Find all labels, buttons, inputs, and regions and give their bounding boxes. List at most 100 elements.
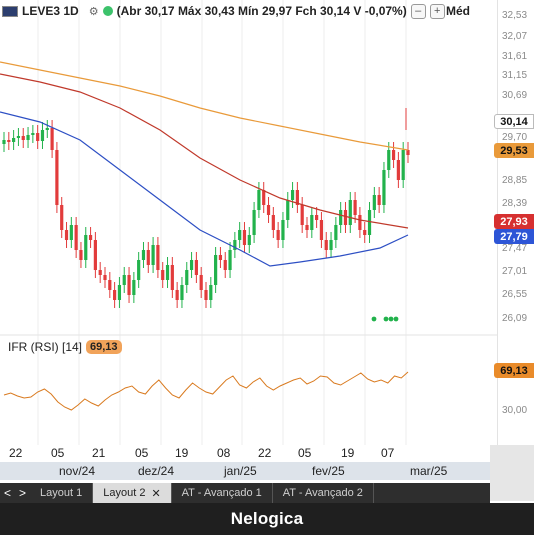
x-axis-days: 22 05 21 05 19 08 22 05 19 07 [0,445,490,462]
tab-at-avancado-2[interactable]: AT - Avançado 2 [273,483,374,503]
add-study-button[interactable]: + [429,3,445,19]
signal-dot [388,316,394,322]
moving-average-blue [0,111,409,267]
candle-body [2,140,6,144]
price-chart[interactable] [0,0,534,480]
candle-body [218,255,223,260]
x-axis-month-tick: dez/24 [138,464,175,478]
candle-body [343,210,348,225]
chart-header: LEVE3 1D ⚙ (Abr 30,17 Máx 30,43 Mín 29,9… [0,0,470,22]
candle-body [257,190,261,210]
price-axis-tick: 27,47 [502,243,528,254]
live-status-icon [102,6,113,16]
candle-body [170,265,174,290]
price-axis-tick: 26,55 [502,289,528,300]
x-axis-day-tick: 22 [258,446,272,460]
candle-body [223,260,227,270]
candle-body [156,245,160,270]
candle-body [26,135,30,140]
candle-body [214,255,218,285]
candle-body [324,240,328,250]
candle-body [60,205,64,230]
candle-body [401,150,405,180]
x-axis-day-tick: 22 [9,446,23,460]
candle-body [40,130,45,141]
candle-body [88,235,93,240]
candle-body [74,225,78,250]
price-axis-tick: 30,69 [502,90,528,101]
x-axis-day-tick: 21 [92,446,106,460]
candle-body [262,190,266,205]
candle-body [137,260,141,280]
candle-body [21,136,25,140]
price-axis-tick: 27,01 [502,266,528,277]
x-axis-day-tick: 19 [341,446,355,460]
candle-body [228,250,232,270]
candle-body [132,280,136,295]
settings-gear-icon[interactable]: ⚙ [89,5,99,18]
candle-body [165,265,170,280]
candle-body [84,235,88,260]
candle-body [406,150,410,155]
candle-body [372,195,376,210]
candle-body [204,290,208,300]
ticker-label[interactable]: LEVE3 1D [22,4,79,18]
candle-body [358,215,362,230]
price-mode-label[interactable]: Méd [446,4,470,18]
tab-layout-2[interactable]: Layout 2 ✕ [93,483,172,503]
x-axis-month-tick: mar/25 [410,464,448,478]
tab-layout-1[interactable]: Layout 1 [30,483,94,503]
candle-body [194,260,198,275]
minimize-button[interactable]: – [410,3,426,19]
candle-body [185,270,189,285]
candle-body [151,245,155,265]
candle-body [319,220,324,240]
x-axis-months: nov/24 dez/24 jan/25 fev/25 mar/25 [0,462,490,480]
close-tab-icon[interactable]: ✕ [151,487,160,500]
price-axis-tick: 28,39 [502,198,528,209]
ma-red-tag: 27,93 [494,214,534,229]
candle-body [113,290,117,300]
rsi-panel-title: IFR (RSI) [14] 69,13 [8,340,122,354]
candle-body [50,128,54,150]
x-axis-day-tick: 07 [381,446,395,460]
candle-body [209,285,213,300]
signal-dot [371,316,377,322]
candle-body [396,160,400,180]
candle-body [117,285,122,300]
layout-tabs: < > Layout 1 Layout 2 ✕ AT - Avançado 1 A… [0,483,490,503]
tabs-prev-icon[interactable]: < [0,486,15,500]
x-axis-day-tick: 05 [298,446,312,460]
candle-body [175,290,179,300]
ma-blue-tag: 27,79 [494,229,534,244]
candle-body [31,133,35,135]
x-axis-month-tick: jan/25 [224,464,257,478]
moving-average-red [0,73,409,229]
candle-body [199,275,203,290]
candle-body [363,230,367,235]
candle-body [189,260,194,270]
rsi-value-tag: 69,13 [494,363,534,378]
candle-body [348,200,352,225]
candle-body [252,210,256,235]
candle-body [353,200,357,215]
candle-body [334,225,338,240]
candle-body [122,275,126,285]
candle-body [98,270,102,275]
candle-body [12,138,16,142]
candle-body [64,230,69,240]
tabs-next-icon[interactable]: > [15,486,30,500]
candle-body [108,280,112,290]
candle-body [286,200,290,220]
candle-body [315,215,319,220]
candle-body [329,240,333,250]
candle-body [305,225,309,230]
tab-at-avancado-1[interactable]: AT - Avançado 1 [172,483,273,503]
price-axis-tick: 31,15 [502,70,528,81]
candle-body [247,235,251,245]
signal-dot [383,316,389,322]
candle-body [281,220,285,240]
moving-average-orange [0,61,409,151]
x-axis-month-tick: nov/24 [59,464,96,478]
ma-orange-tag: 29,53 [494,143,534,158]
